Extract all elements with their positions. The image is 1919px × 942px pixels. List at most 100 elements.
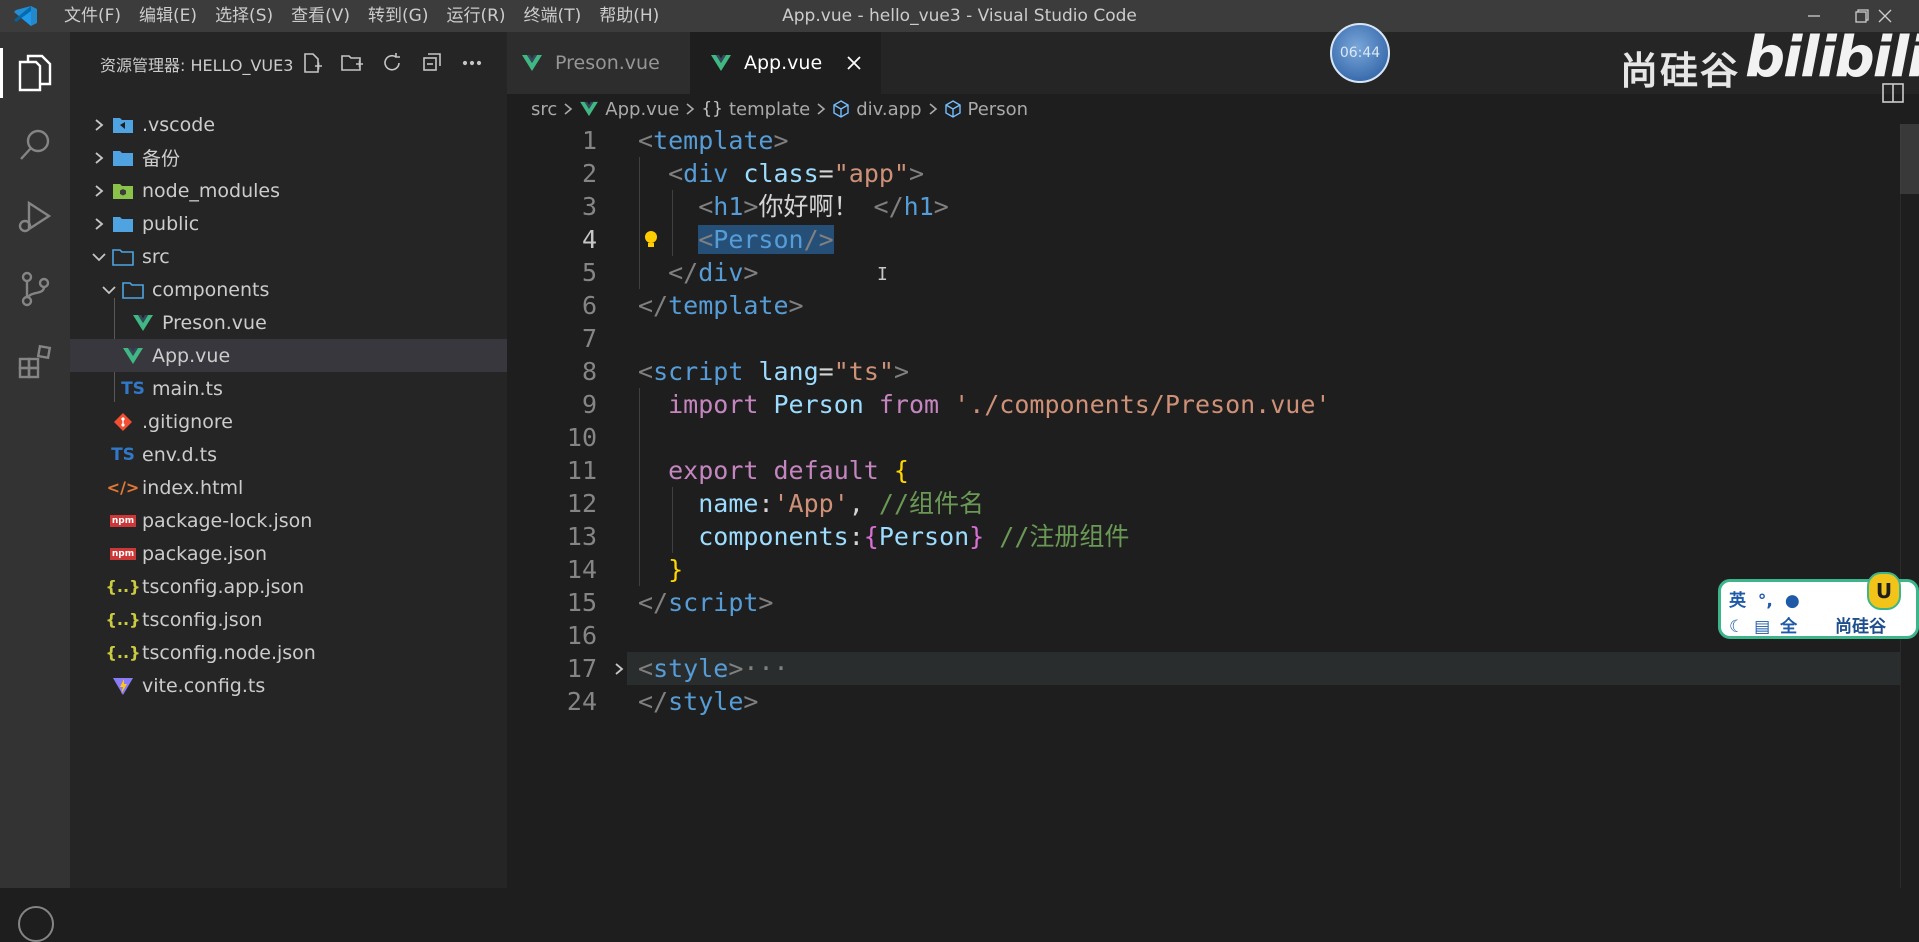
new-file-button[interactable] [299,50,325,76]
new-folder-button[interactable] [339,50,365,76]
menu-help[interactable]: 帮助(H) [599,0,671,32]
tree-item[interactable]: {..} tsconfig.json [70,603,507,636]
account-icon[interactable] [18,906,54,942]
menu-terminal[interactable]: 终端(T) [524,0,594,32]
token: < [638,357,654,386]
ime-logo: U [1867,572,1901,610]
tree-item[interactable]: App.vue [70,339,507,372]
moon-icon[interactable]: ☾ [1729,617,1744,637]
editor-scrollbar[interactable] [1900,124,1919,888]
tab-app-vue[interactable]: App.vue [690,32,881,94]
tree-item[interactable]: </> index.html [70,471,507,504]
tree-item[interactable]: .gitignore [70,405,507,438]
tree-item[interactable]: TS main.ts [70,372,507,405]
ime-toolbar[interactable]: U 英 °, ● ☾ ▤ 全 尚硅谷 [1718,572,1919,639]
token: div [698,258,744,287]
breadcrumb-item[interactable]: Person [968,99,1029,120]
code-line: } [638,553,683,586]
html-icon: </> [106,478,140,497]
menu-edit[interactable]: 编辑(E) [139,0,209,32]
source-control-activity-button[interactable] [0,258,70,320]
tree-item[interactable]: {..} tsconfig.app.json [70,570,507,603]
tree-item[interactable]: public [70,207,507,240]
tab-close-button[interactable] [843,52,865,74]
refresh-button[interactable] [379,50,405,76]
search-activity-button[interactable] [0,114,70,176]
line-number: 9 [581,390,597,419]
token: /> [803,225,834,254]
tree-item[interactable]: .vscode [70,108,507,141]
breadcrumb-item[interactable]: App.vue [605,99,679,120]
line-number: 24 [566,687,597,716]
menu-selection[interactable]: 选择(S) [215,0,285,32]
chevron-right-icon [88,213,110,235]
breadcrumb-item[interactable]: template [729,99,810,120]
search-icon [20,129,50,160]
ime-language[interactable]: 英 [1729,591,1746,611]
token: > [728,654,744,683]
chevron-right-icon [615,662,624,675]
menu-run[interactable]: 运行(R) [446,0,517,32]
token: 你好啊！ [758,192,859,221]
tab-preson-vue[interactable]: Preson.vue [507,32,690,94]
menu-file[interactable]: 文件(F) [64,0,133,32]
breadcrumb-item[interactable]: src [531,99,557,120]
folded-line-highlight [627,652,1919,685]
line-number: 8 [581,357,597,386]
file-tree: .vscode 备份 node_modulespublic src components… [70,108,507,702]
token: > [933,192,949,221]
tree-item[interactable]: 备份 [70,141,507,174]
extensions-activity-button[interactable] [0,330,70,392]
tree-item-label: tsconfig.json [142,608,263,631]
chevron-right-icon [816,102,826,116]
token: < [638,654,654,683]
minimize-icon [1808,15,1820,17]
token: < [668,159,684,188]
line-number: 5 [581,258,597,287]
tree-item[interactable]: Preson.vue [70,306,507,339]
token: > [893,357,909,386]
tree-item[interactable]: {..} tsconfig.node.json [70,636,507,669]
code-line: <script lang="ts"> [638,355,909,388]
token: default [773,456,879,485]
token: name [698,489,759,518]
extensions-icon [18,344,52,379]
token: h1 [713,192,744,221]
tree-item[interactable]: npm package-lock.json [70,504,507,537]
new-file-icon [304,53,322,73]
ime-row-bottom: ☾ ▤ 全 [1729,612,1797,637]
scrollbar-thumb[interactable] [1900,124,1919,194]
collapse-all-button[interactable] [419,50,445,76]
token: < [638,126,654,155]
tree-item-label: App.vue [152,344,231,367]
chevron-right-icon [928,102,938,116]
tree-item[interactable]: src [70,240,507,273]
tree-item[interactable]: npm package.json [70,537,507,570]
run-debug-activity-button[interactable] [0,186,70,248]
ime-fullwidth[interactable]: 全 [1780,617,1797,637]
code-editor[interactable]: 1 2 3 4 5 6 7 8 9 10 11 12 13 14 15 16 1… [507,124,1919,888]
menu-view[interactable]: 查看(V) [291,0,362,32]
tree-item-label: node_modules [142,179,281,202]
fold-expand-button[interactable] [611,652,627,685]
tab-label: App.vue [744,52,823,74]
user-icon[interactable]: ● [1785,591,1800,611]
explorer-activity-button[interactable] [0,42,70,104]
menu-go[interactable]: 转到(G) [368,0,440,32]
tree-item-label: package-lock.json [142,509,313,532]
more-actions-button[interactable] [459,50,485,76]
tree-item[interactable]: components [70,273,507,306]
tree-item[interactable]: vite.config.ts [70,669,507,702]
tree-item[interactable]: node_modules [70,174,507,207]
git-icon [110,411,136,433]
token: </ [873,192,904,221]
breadcrumb-item[interactable]: div.app [856,99,921,120]
tree-item-label: main.ts [152,377,223,400]
keyboard-icon[interactable]: ▤ [1754,617,1770,637]
ime-punct[interactable]: °, [1758,591,1773,611]
tree-item[interactable]: TS env.d.ts [70,438,507,471]
folded-ellipsis[interactable]: ··· [743,654,788,683]
